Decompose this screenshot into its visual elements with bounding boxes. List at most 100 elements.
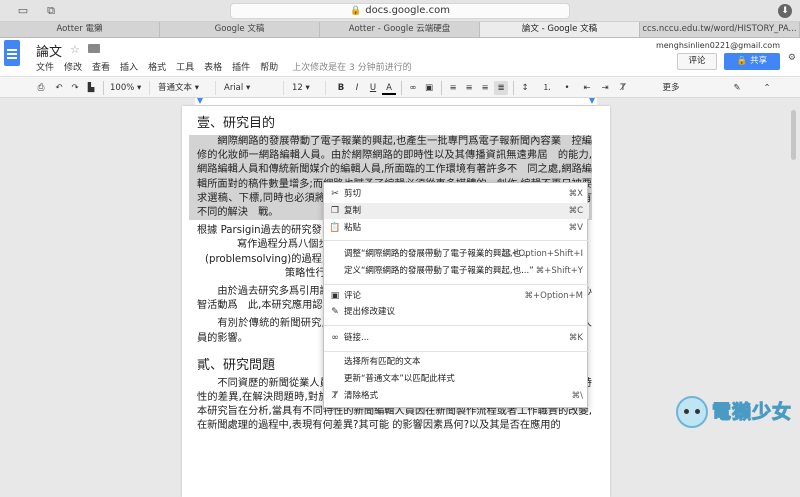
menu-item-label: 剪切: [344, 189, 362, 199]
line-spacing-icon[interactable]: ↕: [518, 81, 532, 95]
docs-logo-icon[interactable]: [4, 40, 20, 66]
undo-icon[interactable]: ↶: [52, 81, 66, 95]
font-size-select[interactable]: 12 ▾: [292, 81, 326, 95]
numbered-list-icon[interactable]: ⒈: [540, 81, 554, 95]
paste-icon: 📋: [329, 223, 341, 233]
pen-mode-icon[interactable]: ✎: [730, 81, 744, 95]
share-label: 共享: [750, 56, 768, 66]
menu-table[interactable]: 表格: [204, 60, 222, 73]
text-color-button[interactable]: A: [382, 81, 396, 95]
collapse-icon[interactable]: ⌃: [760, 81, 774, 95]
menu-item-define[interactable]: 定义“網際網路的發展帶動了電子報業的興起,也...” ⌘+Shift+Y: [324, 263, 589, 279]
menu-tools[interactable]: 工具: [176, 60, 194, 73]
menu-addons[interactable]: 插件: [232, 60, 250, 73]
menu-item-shortcut: ⌘+Option+Shift+I: [502, 249, 583, 259]
download-icon[interactable]: ⬇: [778, 4, 792, 18]
browser-toolbar: ▭ ⧉ 🔒 docs.google.com ⬇: [0, 0, 800, 22]
decrease-indent-icon[interactable]: ⇤: [580, 81, 594, 95]
account-email[interactable]: menghsinlien0221@gmail.com: [656, 41, 780, 50]
zoom-value: 100%: [110, 83, 135, 93]
menu-item-label: 评论: [344, 291, 362, 301]
share-button[interactable]: 🔒 共享: [724, 53, 780, 70]
bulleted-list-icon[interactable]: •: [560, 81, 574, 95]
comment-icon: ▣: [330, 291, 340, 301]
underline-button[interactable]: U: [366, 81, 380, 95]
bold-button[interactable]: B: [334, 81, 348, 95]
menu-bar: 文件 修改 查看 插入 格式 工具 表格 插件 帮助 上次修改是在 3 分钟前进…: [36, 60, 412, 73]
scrollbar[interactable]: [791, 110, 796, 160]
menu-file[interactable]: 文件: [36, 60, 54, 73]
browser-tabs: Aotter 電獺 Google 文稿 Aotter - Google 云端硬盘…: [0, 22, 800, 38]
menu-item-shortcut: ⌘C: [568, 206, 583, 216]
menu-item-label: 更新“普通文本”以匹配此样式: [344, 374, 455, 384]
menu-insert[interactable]: 插入: [120, 60, 138, 73]
browser-tab[interactable]: Google 文稿: [160, 22, 320, 37]
link-icon[interactable]: ∞: [406, 81, 420, 95]
menu-item-clear-format[interactable]: Ⱦ 清除格式 ⌘\: [324, 388, 589, 404]
print-icon[interactable]: ⎙: [34, 81, 48, 95]
justify-icon[interactable]: ≣: [494, 81, 508, 95]
menu-item-label: 链接...: [344, 333, 370, 343]
style-value: 普通文本: [158, 83, 193, 93]
menu-item-label: 定义“網際網路的發展帶動了電子報業的興起,也...”: [344, 266, 534, 276]
link-icon: ∞: [331, 333, 339, 343]
menu-item-link[interactable]: ∞ 链接... ⌘K: [324, 330, 589, 346]
font-select[interactable]: Arial ▾: [224, 81, 284, 95]
menu-item-select-matching[interactable]: 选择所有匹配的文本: [324, 354, 589, 370]
left-indent-marker[interactable]: [197, 98, 203, 104]
browser-tab-active[interactable]: 論文 - Google 文稿: [480, 22, 640, 37]
watermark-logo: 電獺少女: [676, 392, 796, 432]
comments-button[interactable]: 评论: [677, 53, 717, 70]
font-size-value: 12: [292, 83, 303, 93]
browser-tab[interactable]: ccs.nccu.edu.tw/word/HISTORY_PA...: [640, 22, 800, 37]
menu-item-comment[interactable]: ▣ 评论 ⌘+Option+M: [324, 288, 589, 304]
menu-item-label: 选择所有匹配的文本: [344, 357, 421, 367]
browser-tab[interactable]: Aotter 電獺: [0, 22, 160, 37]
menu-item-update-style[interactable]: 更新“普通文本”以匹配此样式: [324, 371, 589, 387]
scissors-icon: ✂: [331, 189, 339, 199]
comment-icon[interactable]: ▣: [422, 81, 436, 95]
paint-format-icon[interactable]: ▙: [84, 81, 98, 95]
ruler[interactable]: [195, 98, 597, 106]
menu-view[interactable]: 查看: [92, 60, 110, 73]
menu-edit[interactable]: 修改: [64, 60, 82, 73]
more-button[interactable]: 更多: [656, 81, 686, 95]
style-select[interactable]: 普通文本 ▾: [158, 81, 216, 95]
menu-item-label: 清除格式: [344, 391, 379, 401]
menu-item-shortcut: ⌘\: [571, 391, 583, 401]
menu-help[interactable]: 帮助: [260, 60, 278, 73]
clear-format-icon[interactable]: Ⱦ: [616, 81, 630, 95]
copy-icon: ❐: [330, 206, 340, 216]
menu-item-shortcut: ⌘K: [568, 333, 583, 343]
align-right-icon[interactable]: ≡: [478, 81, 492, 95]
settings-icon[interactable]: ⚙: [788, 53, 796, 63]
menu-item-shortcut: ⌘V: [568, 223, 583, 233]
align-center-icon[interactable]: ≡: [462, 81, 476, 95]
lock-icon: 🔒: [350, 6, 362, 16]
star-icon[interactable]: ☆: [70, 43, 80, 56]
menu-item-label: 调整“網際網路的發展帶動了電子報業的興起,也...: [344, 249, 530, 259]
italic-button[interactable]: I: [350, 81, 364, 95]
menu-item-label: 复制: [344, 206, 362, 216]
menu-item-copy[interactable]: ❐ 复制 ⌘C: [324, 203, 589, 219]
align-left-icon[interactable]: ≡: [446, 81, 460, 95]
menu-item-shortcut: ⌘+Shift+Y: [535, 266, 583, 276]
browser-tab[interactable]: Aotter - Google 云端硬盘: [320, 22, 480, 37]
menu-format[interactable]: 格式: [148, 60, 166, 73]
menu-item-research[interactable]: 调整“網際網路的發展帶動了電子報業的興起,也... ⌘+Option+Shift…: [324, 246, 589, 262]
redo-icon[interactable]: ↷: [68, 81, 82, 95]
sidebar-icon[interactable]: ▭: [16, 4, 30, 18]
increase-indent-icon[interactable]: ⇥: [598, 81, 612, 95]
menu-item-suggest-edit[interactable]: ✎ 提出修改建议: [324, 304, 589, 320]
suggest-edit-icon: ✎: [331, 307, 339, 317]
document-title[interactable]: 論文: [36, 41, 62, 60]
menu-item-cut[interactable]: ✂ 剪切 ⌘X: [324, 186, 589, 202]
address-bar[interactable]: 🔒 docs.google.com: [230, 3, 570, 19]
zoom-select[interactable]: 100% ▾: [110, 81, 150, 95]
folder-icon[interactable]: [88, 44, 100, 53]
right-indent-marker[interactable]: [589, 98, 595, 104]
clear-format-icon: Ⱦ: [332, 391, 338, 401]
tab-overview-icon[interactable]: ⧉: [44, 4, 58, 18]
menu-item-paste[interactable]: 📋 粘贴 ⌘V: [324, 220, 589, 236]
last-edit-status[interactable]: 上次修改是在 3 分钟前进行的: [292, 60, 411, 73]
